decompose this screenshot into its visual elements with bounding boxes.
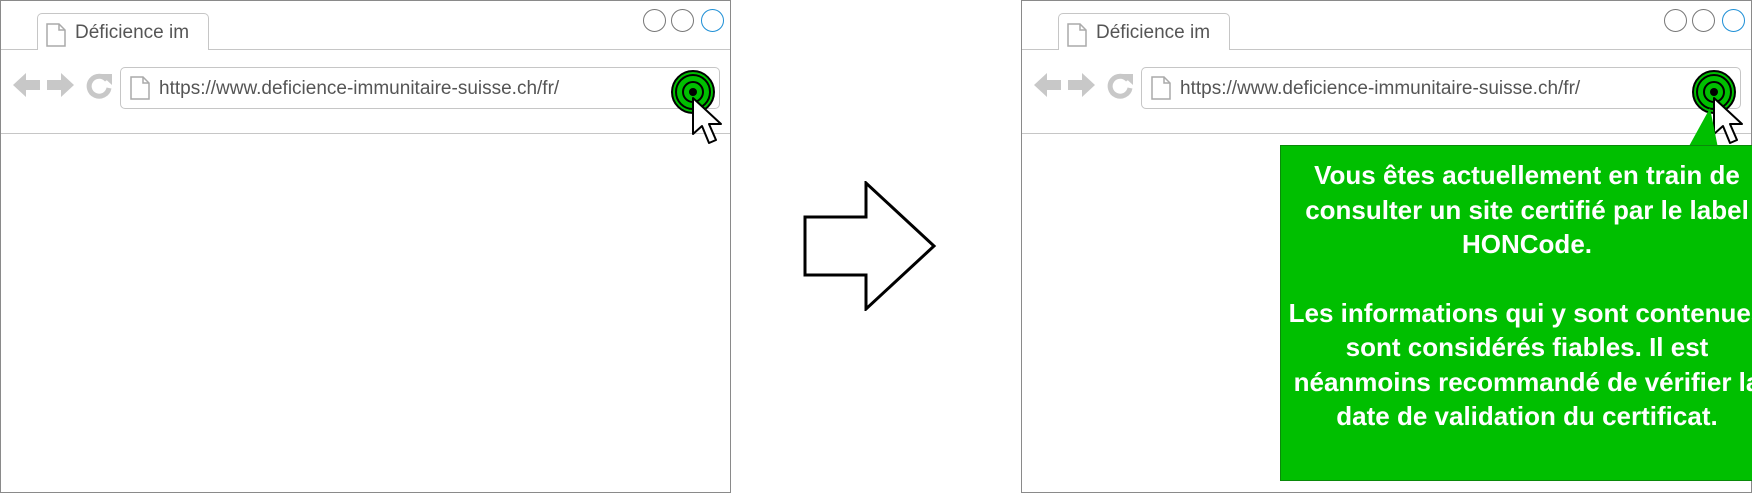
tooltip-paragraph-2: Les informations qui y sont contenues so… [1288, 297, 1752, 432]
browser-window-before: Déficience im https://www.deficience-imm… [0, 0, 731, 493]
forward-arrow-icon[interactable] [1067, 71, 1095, 99]
tooltip-pointer [1688, 108, 1718, 148]
mouse-cursor-icon [692, 97, 722, 144]
browser-tab[interactable]: Déficience im [1058, 13, 1230, 50]
window-button-maximize[interactable] [1692, 9, 1715, 32]
page-icon [1067, 23, 1087, 47]
back-arrow-icon[interactable] [13, 71, 41, 99]
tab-title: Déficience im [75, 22, 190, 43]
window-button-maximize[interactable] [671, 9, 694, 32]
reload-icon[interactable] [1106, 71, 1134, 99]
navigation-bar: https://www.deficience-immunitaire-suiss… [1022, 49, 1751, 144]
tooltip-paragraph-1: Vous êtes actuellement en train de consu… [1305, 160, 1749, 259]
navigation-bar: https://www.deficience-immunitaire-suiss… [1, 49, 730, 144]
forward-arrow-icon[interactable] [46, 71, 74, 99]
address-bar[interactable]: https://www.deficience-immunitaire-suiss… [120, 67, 722, 144]
transition-arrow-icon [803, 181, 937, 311]
window-button-minimize[interactable] [643, 9, 666, 32]
mouse-cursor-icon [1713, 97, 1743, 144]
page-icon [1151, 76, 1171, 100]
address-bar[interactable]: https://www.deficience-immunitaire-suiss… [1141, 67, 1743, 144]
page-icon [130, 76, 150, 100]
window-button-minimize[interactable] [1664, 9, 1687, 32]
url-text: https://www.deficience-immunitaire-suiss… [159, 78, 560, 99]
tab-title: Déficience im [1096, 22, 1211, 43]
window-button-close[interactable] [1722, 9, 1745, 32]
url-text: https://www.deficience-immunitaire-suiss… [1180, 78, 1581, 99]
reload-icon[interactable] [85, 71, 113, 99]
window-button-close[interactable] [701, 9, 724, 32]
hon-certification-tooltip: Vous êtes actuellement en train de consu… [1280, 145, 1752, 481]
browser-tab[interactable]: Déficience im [37, 13, 209, 50]
tab-bar: Déficience im [1, 1, 730, 50]
page-icon [46, 23, 66, 47]
back-arrow-icon[interactable] [1034, 71, 1062, 99]
tab-bar: Déficience im [1022, 1, 1751, 50]
